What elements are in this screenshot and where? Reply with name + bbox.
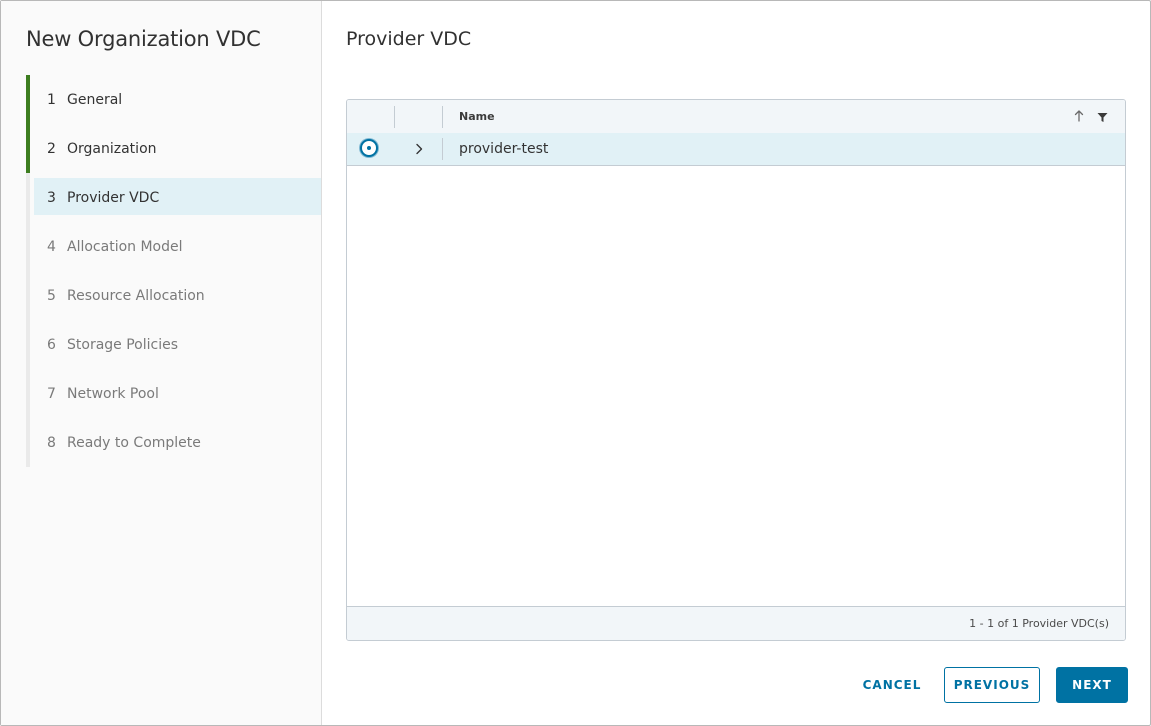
next-button[interactable]: NEXT: [1056, 667, 1128, 703]
datagrid-header: Name: [347, 100, 1125, 134]
step-number: 4: [47, 239, 56, 255]
row-select-radio[interactable]: [360, 139, 378, 157]
step-number: 1: [47, 92, 56, 108]
pagination-count: 1 - 1 of 1 Provider VDC(s): [969, 617, 1109, 630]
step-number: 2: [47, 141, 56, 157]
datagrid-footer: 1 - 1 of 1 Provider VDC(s): [347, 606, 1125, 640]
column-separator: [394, 106, 395, 128]
wizard-steps: 1 General 2 Organization 3 Provider VDC …: [26, 75, 321, 467]
step-number: 5: [47, 288, 56, 304]
step-number: 3: [47, 190, 56, 206]
provider-vdc-datagrid: Name provider-test 1 - 1 of 1 Provider V…: [346, 99, 1126, 641]
step-label: Organization: [67, 141, 157, 157]
step-label: General: [67, 92, 123, 108]
step-organization[interactable]: 2 Organization: [26, 124, 321, 173]
radio-dot: [367, 146, 371, 150]
step-label: Allocation Model: [67, 239, 183, 255]
step-label: Ready to Complete: [67, 435, 201, 451]
step-resource-allocation: 5 Resource Allocation: [26, 271, 321, 320]
step-general[interactable]: 1 General: [26, 75, 321, 124]
step-number: 7: [47, 386, 56, 402]
step-number: 8: [47, 435, 56, 451]
step-network-pool: 7 Network Pool: [26, 369, 321, 418]
column-header-name[interactable]: Name: [459, 110, 495, 123]
wizard-sidebar: New Organization VDC 1 General 2 Organiz…: [1, 1, 322, 725]
page-title: Provider VDC: [346, 28, 472, 50]
wizard-title: New Organization VDC: [26, 27, 261, 51]
row-name-cell: provider-test: [459, 141, 549, 157]
step-label: Resource Allocation: [67, 288, 205, 304]
column-separator: [442, 106, 443, 128]
cancel-button[interactable]: CANCEL: [850, 667, 934, 703]
step-ready-to-complete: 8 Ready to Complete: [26, 418, 321, 467]
step-label: Network Pool: [67, 386, 159, 402]
chevron-right-icon[interactable]: [411, 141, 427, 157]
wizard-modal: New Organization VDC 1 General 2 Organiz…: [0, 0, 1151, 726]
step-label: Provider VDC: [67, 190, 160, 206]
step-provider-vdc[interactable]: 3 Provider VDC: [26, 173, 321, 222]
step-label: Storage Policies: [67, 337, 179, 353]
arrow-up-icon[interactable]: [1073, 109, 1085, 123]
filter-icon[interactable]: [1097, 112, 1108, 123]
step-storage-policies: 6 Storage Policies: [26, 320, 321, 369]
wizard-content: Provider VDC Name provider-test 1 - 1 of…: [322, 1, 1150, 725]
table-row[interactable]: provider-test: [347, 133, 1125, 166]
step-allocation-model: 4 Allocation Model: [26, 222, 321, 271]
column-separator: [442, 138, 443, 160]
previous-button[interactable]: PREVIOUS: [944, 667, 1040, 703]
step-number: 6: [47, 337, 56, 353]
